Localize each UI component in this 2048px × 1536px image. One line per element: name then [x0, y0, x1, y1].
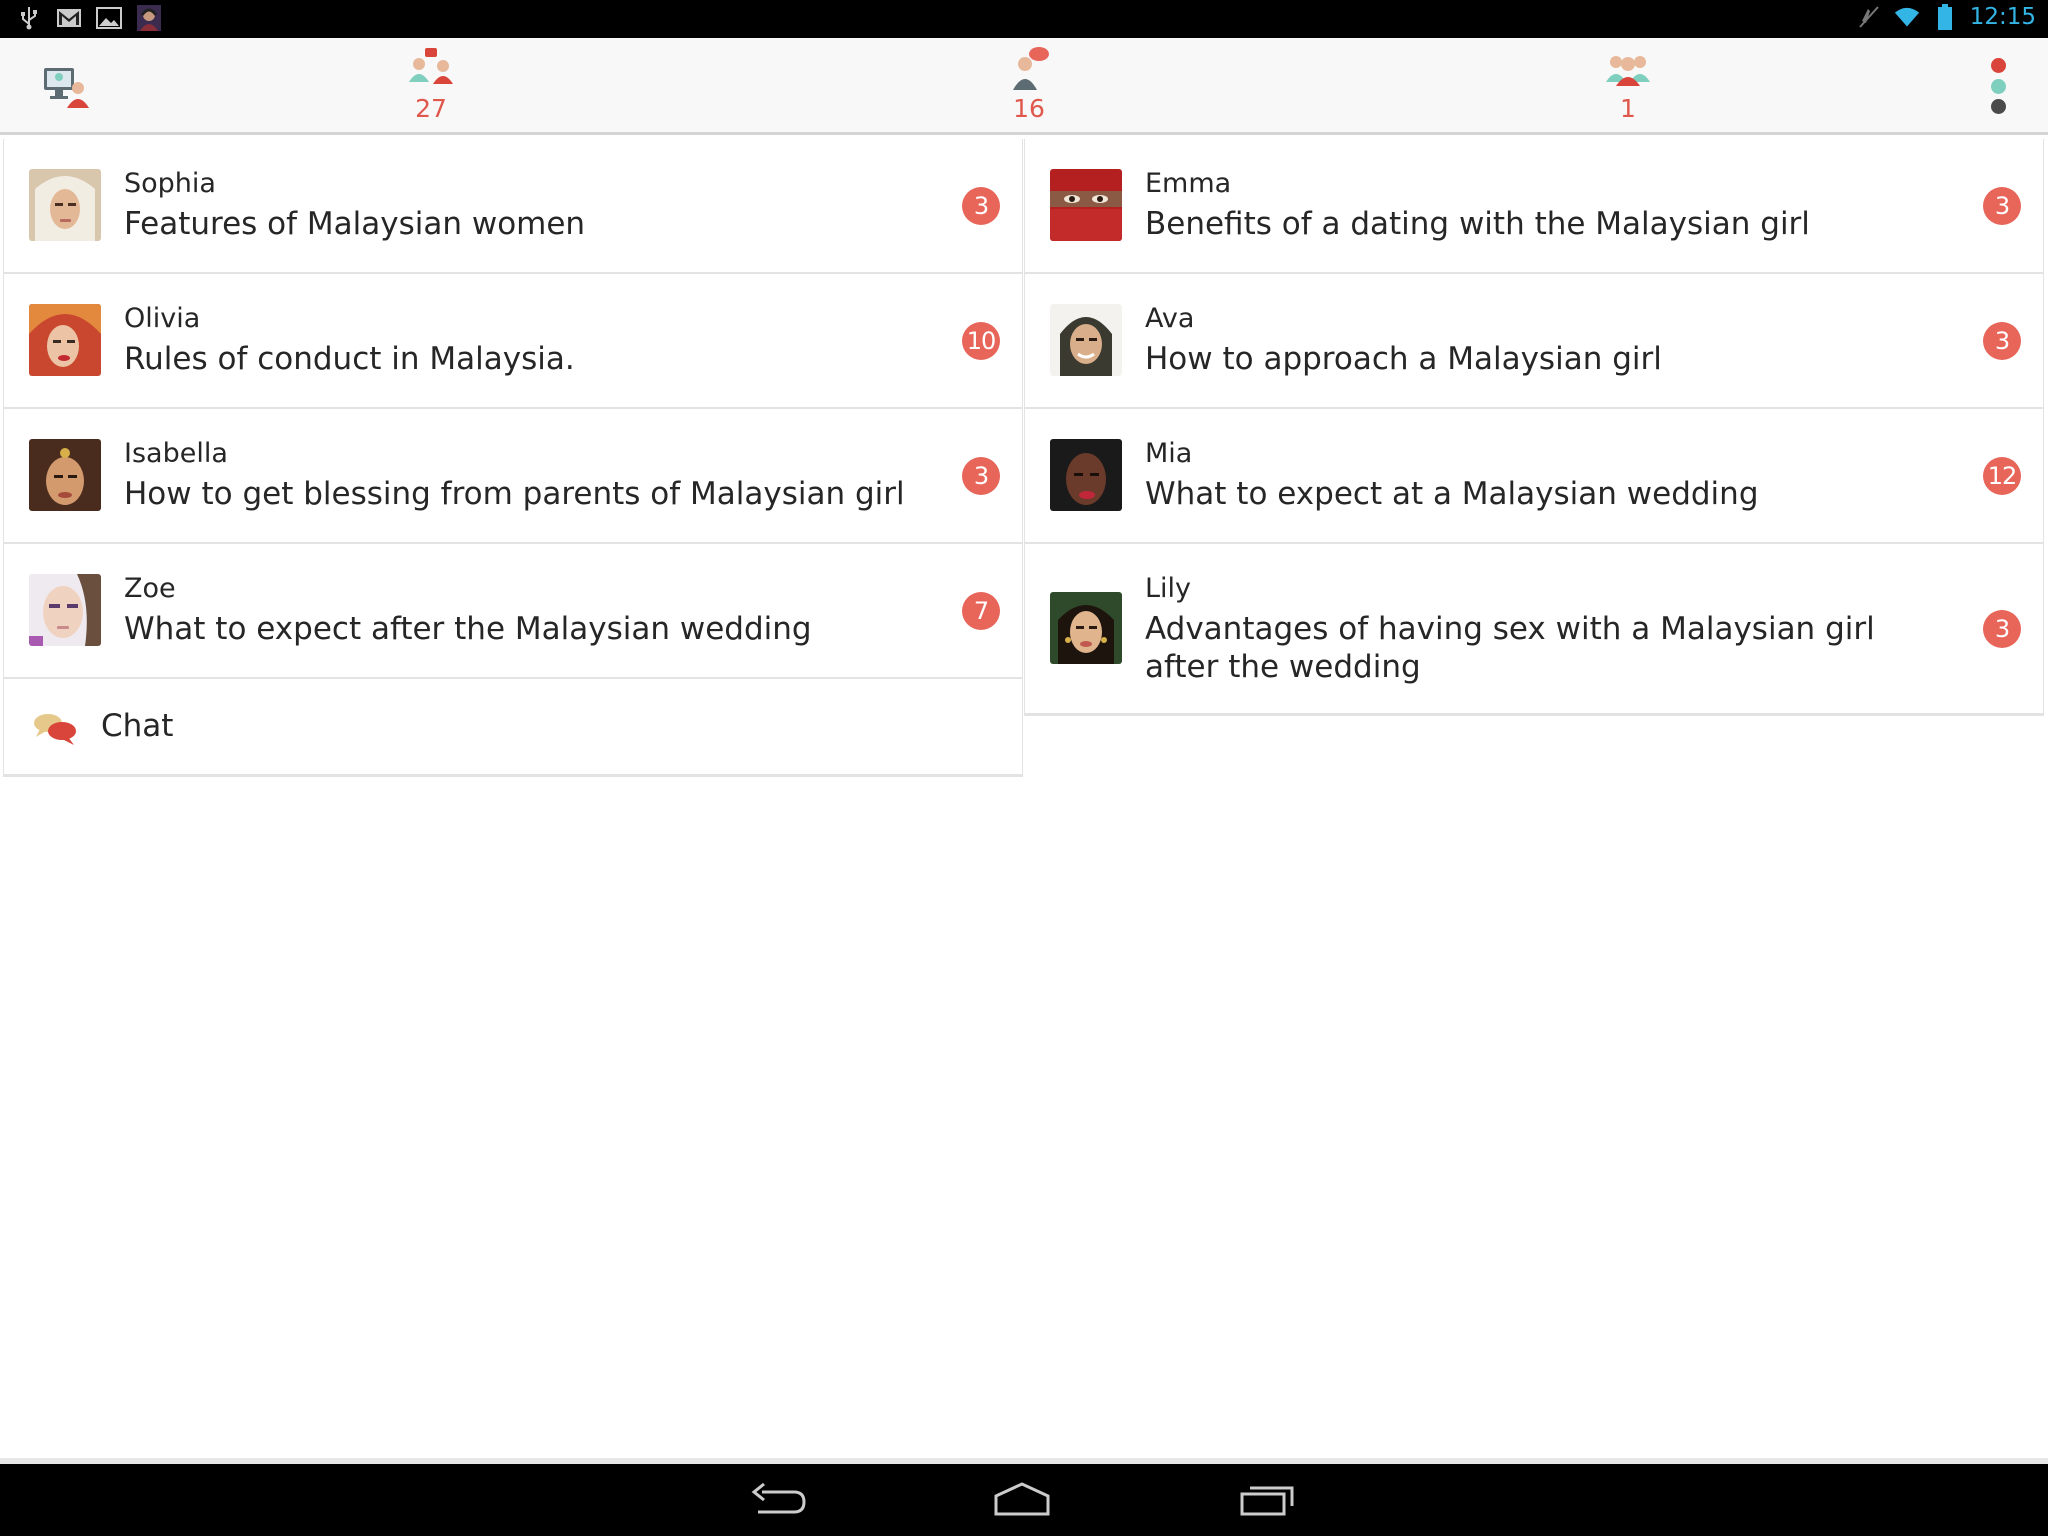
- monitor-people-icon[interactable]: [42, 66, 90, 108]
- topic-title: What to expect at a Malaysian wedding: [1145, 476, 1759, 512]
- tab-groups[interactable]: 1: [1558, 46, 1698, 130]
- tab-topics[interactable]: 27: [361, 46, 501, 130]
- topic-row[interactable]: Olivia Rules of conduct in Malaysia. 10: [4, 274, 1022, 409]
- chat-row[interactable]: Chat: [4, 679, 1022, 776]
- topic-author: Sophia: [124, 168, 216, 199]
- avatar: [1050, 304, 1122, 376]
- tab-topics-count: 27: [415, 94, 447, 123]
- topic-title: Benefits of a dating with the Malaysian …: [1145, 206, 1810, 242]
- topic-author: Lily: [1145, 573, 1192, 604]
- back-button[interactable]: [748, 1480, 812, 1520]
- person-message-icon: [1013, 47, 1049, 90]
- back-arrow-icon: [751, 1482, 806, 1514]
- recent-apps-icon: [1240, 1486, 1294, 1516]
- topic-list-right: Emma Benefits of a dating with the Malay…: [1024, 139, 2044, 716]
- topic-row[interactable]: Sophia Features of Malaysian women 3: [4, 139, 1022, 274]
- recent-apps-button[interactable]: [1236, 1480, 1300, 1520]
- topic-title: How to approach a Malaysian girl: [1145, 341, 1662, 377]
- avatar: [29, 304, 101, 376]
- topic-author: Ava: [1145, 303, 1195, 334]
- gmail-icon: [56, 5, 82, 31]
- chat-label: Chat: [101, 708, 174, 744]
- tab-messages-count: 16: [1013, 94, 1045, 123]
- menu-dot-teal: [1990, 78, 2006, 94]
- unread-badge: 3: [962, 187, 1000, 225]
- home-icon: [994, 1482, 1050, 1516]
- avatar: [29, 169, 101, 241]
- menu-dot-dark: [1990, 99, 2006, 114]
- navigation-bar: [0, 1464, 2048, 1536]
- status-bar: 12:15: [0, 0, 2048, 38]
- topic-row[interactable]: Lily Advantages of having sex with a Mal…: [1025, 544, 2043, 715]
- topic-row[interactable]: Zoe What to expect after the Malaysian w…: [4, 544, 1022, 679]
- topic-title: What to expect after the Malaysian weddi…: [124, 611, 812, 647]
- avatar: [29, 439, 101, 511]
- home-button[interactable]: [990, 1480, 1054, 1520]
- unread-badge: 12: [1983, 457, 2021, 495]
- notification-icons: [16, 5, 162, 31]
- clock: 12:15: [1969, 4, 2036, 30]
- app-notification-icon: [136, 5, 162, 31]
- topic-author: Mia: [1145, 438, 1193, 469]
- topic-title: Advantages of having sex with a Malaysia…: [1145, 611, 1875, 685]
- topic-row[interactable]: Emma Benefits of a dating with the Malay…: [1025, 139, 2043, 274]
- mute-icon: [1856, 4, 1882, 30]
- system-icons: 12:15: [1856, 4, 2036, 30]
- topic-row[interactable]: Isabella How to get blessing from parent…: [4, 409, 1022, 544]
- overflow-menu-button[interactable]: [1988, 58, 2008, 114]
- unread-badge: 10: [962, 322, 1000, 360]
- group-icon: [1606, 56, 1650, 86]
- topic-row[interactable]: Mia What to expect at a Malaysian weddin…: [1025, 409, 2043, 544]
- action-bar: 27 16 1: [0, 38, 2048, 135]
- topic-list-left: Sophia Features of Malaysian women 3 Oli…: [3, 139, 1023, 777]
- unread-badge: 3: [1983, 187, 2021, 225]
- tab-groups-count: 1: [1620, 94, 1636, 123]
- topic-author: Olivia: [124, 303, 201, 334]
- unread-badge: 3: [1983, 610, 2021, 648]
- usb-icon: [16, 5, 42, 31]
- avatar: [1050, 592, 1122, 664]
- chat-bubbles-icon: [34, 714, 76, 745]
- gallery-icon: [96, 5, 122, 31]
- topic-author: Zoe: [124, 573, 176, 604]
- topic-title: Features of Malaysian women: [124, 206, 586, 242]
- unread-badge: 3: [1983, 322, 2021, 360]
- avatar: [29, 574, 101, 646]
- unread-badge: 7: [962, 592, 1000, 630]
- topic-title: How to get blessing from parents of Mala…: [124, 476, 905, 512]
- topic-author: Isabella: [124, 438, 228, 469]
- topic-author: Emma: [1145, 168, 1232, 199]
- menu-dot-red: [1990, 58, 2006, 73]
- topic-title: Rules of conduct in Malaysia.: [124, 341, 575, 377]
- wifi-icon: [1894, 4, 1920, 30]
- topics-people-icon: [409, 48, 453, 84]
- avatar: [1050, 439, 1122, 511]
- unread-badge: 3: [962, 457, 1000, 495]
- battery-icon: [1932, 4, 1958, 30]
- topic-row[interactable]: Ava How to approach a Malaysian girl 3: [1025, 274, 2043, 409]
- avatar: [1050, 169, 1122, 241]
- tab-messages[interactable]: 16: [959, 46, 1099, 130]
